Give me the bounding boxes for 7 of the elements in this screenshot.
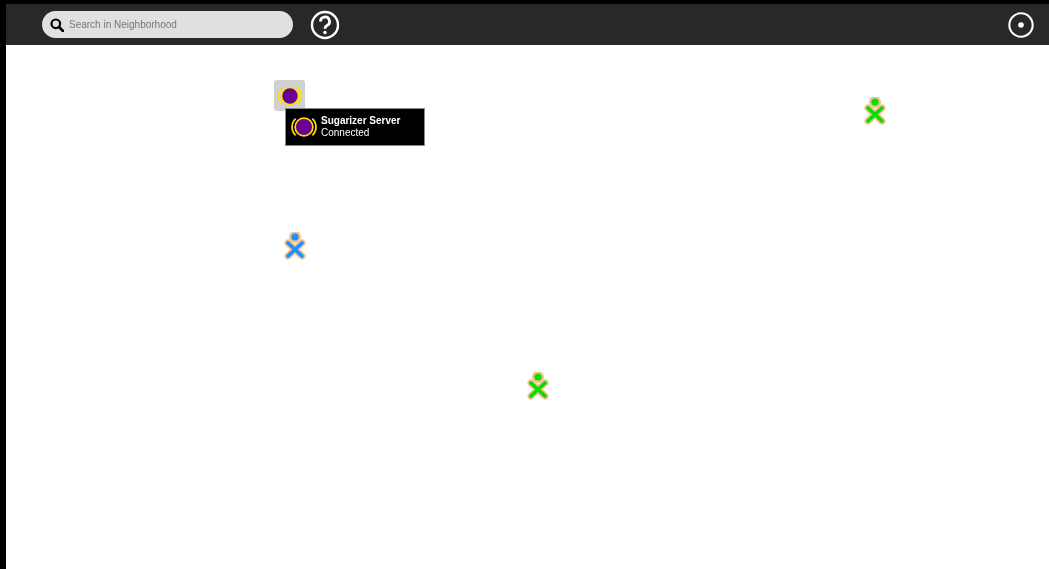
search-field[interactable]: Search in Neighborhood [42,11,293,38]
connection-status: Connected [321,127,371,139]
server-name: Sugarizer Server [321,115,401,127]
server-button[interactable] [274,80,305,111]
neighborhood-view-icon[interactable] [1007,10,1035,39]
buddy-icon[interactable] [283,232,307,260]
help-icon[interactable] [310,9,340,40]
